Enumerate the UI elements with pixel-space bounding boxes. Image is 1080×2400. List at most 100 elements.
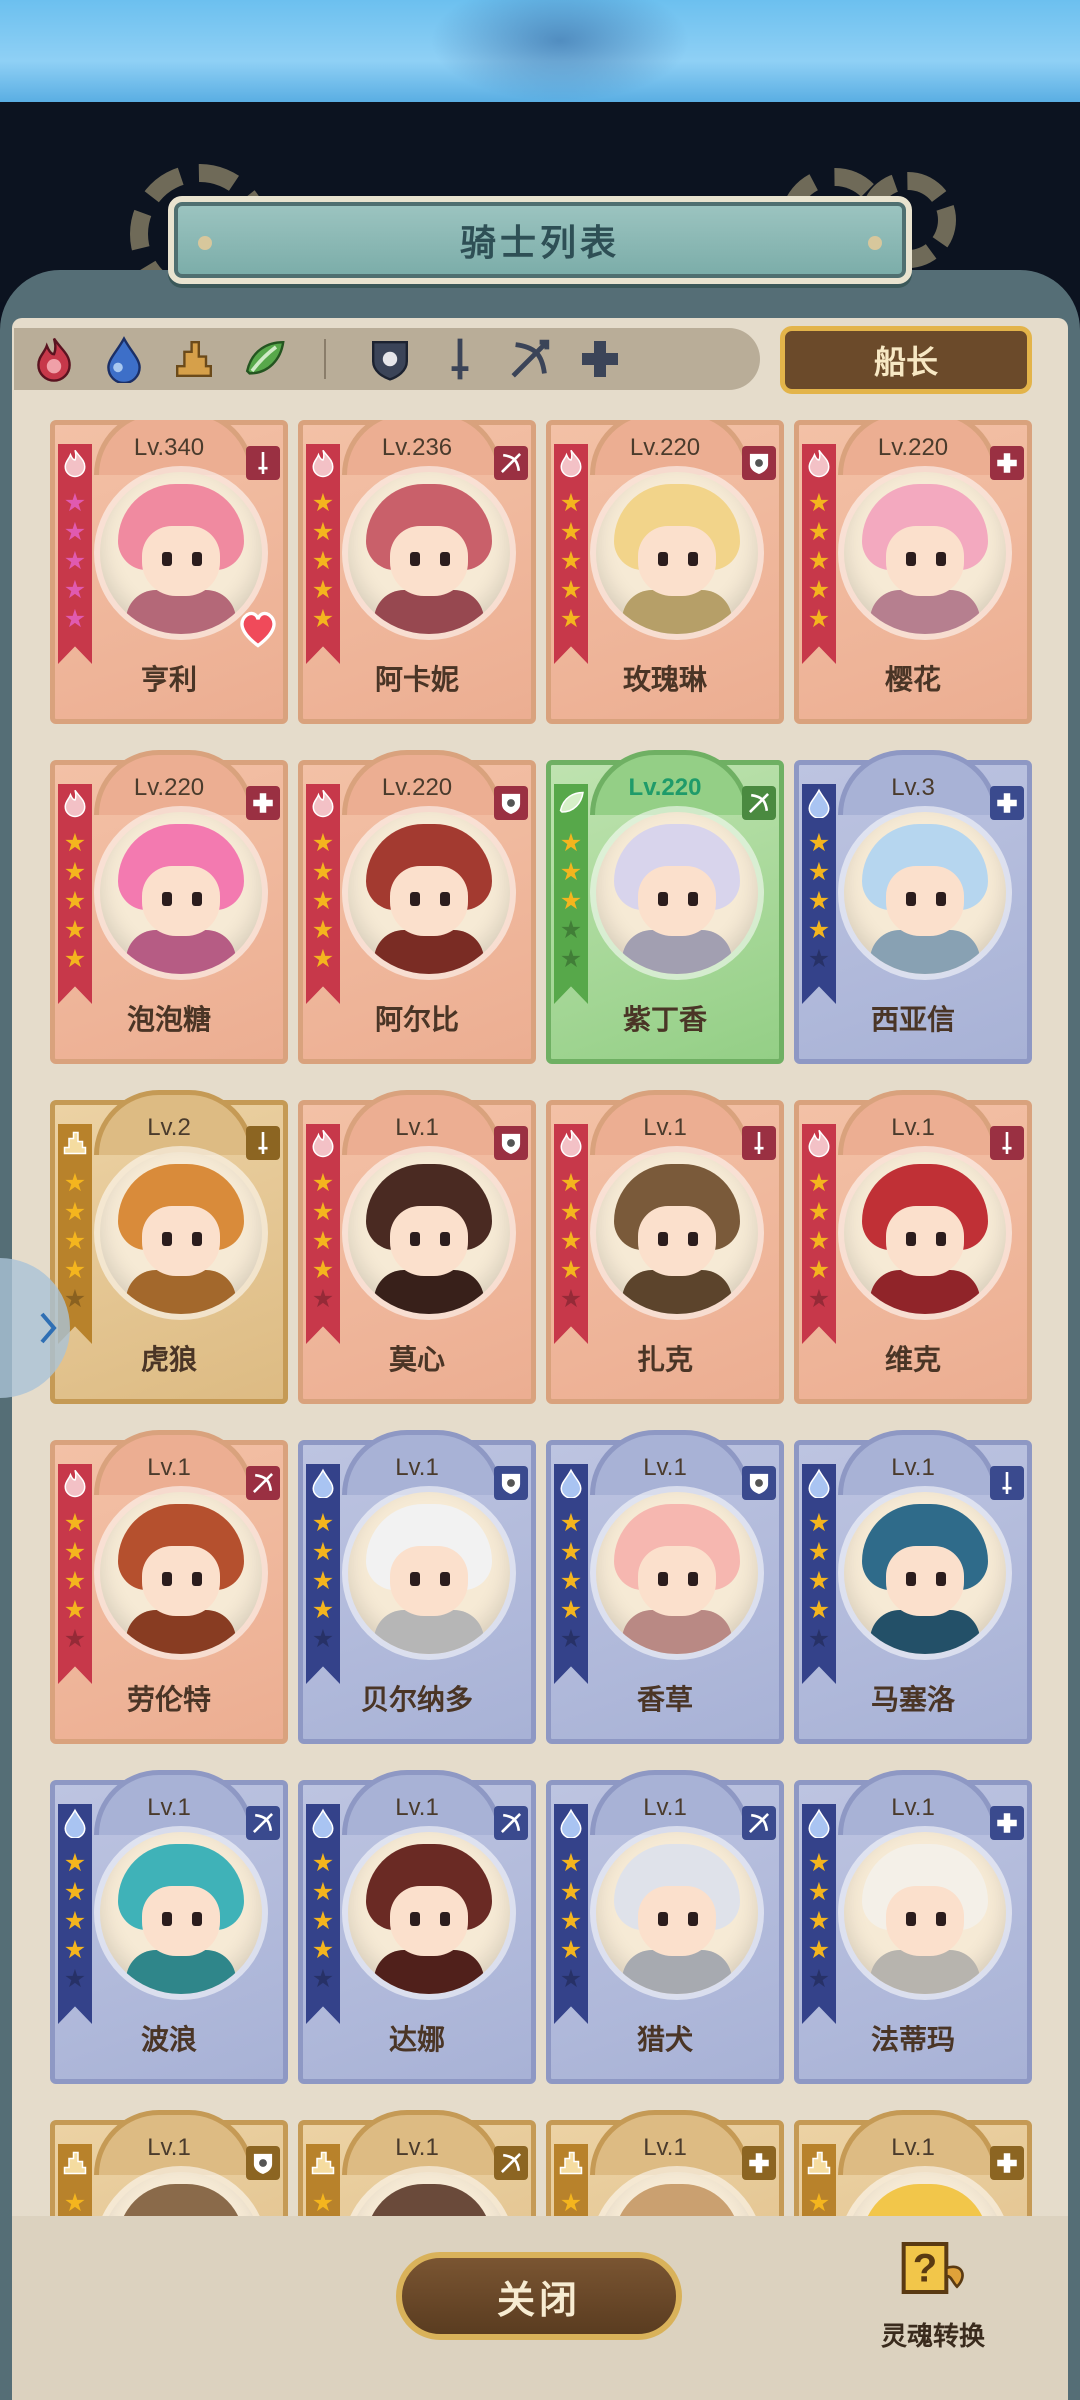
- star-icon: ★: [559, 2188, 583, 2216]
- page-title: 骑士列表: [459, 222, 620, 263]
- filter-water-button[interactable]: [94, 329, 154, 389]
- knight-card[interactable]: Lv.1 ★ ★ ★ ★ ★ 马塞洛: [794, 1430, 1032, 1744]
- plus-class-icon: [253, 793, 273, 813]
- knight-card[interactable]: Lv.1★★★★★: [794, 2110, 1032, 2216]
- sword-class-icon: [258, 451, 268, 475]
- star-rating: ★★★★★: [309, 828, 337, 973]
- knight-card[interactable]: Lv.1 ★ ★ ★ ★ ★ 劳伦特: [50, 1430, 288, 1744]
- star-icon: ★: [63, 828, 87, 857]
- knight-name: 劳伦特: [126, 1684, 211, 1715]
- star-icon: ★: [807, 1255, 831, 1284]
- knight-portrait: [100, 1492, 262, 1654]
- heart-icon: [240, 611, 276, 648]
- knight-card[interactable]: Lv.1 ★ ★ ★ ★ ★ 香草: [546, 1430, 784, 1744]
- sword-class-badge: [990, 1466, 1024, 1500]
- knight-card[interactable]: Lv.1 ★ ★ ★ ★ ★ 贝尔纳多: [298, 1430, 536, 1744]
- knight-card[interactable]: Lv.236 ★ ★ ★ ★ ★ 阿卡妮: [298, 420, 536, 724]
- star-icon: ★: [807, 1226, 831, 1255]
- knight-name: 亨利: [140, 664, 197, 695]
- knight-card[interactable]: Lv.1 ★ ★ ★ ★ ★ 法蒂玛: [794, 1770, 1032, 2084]
- star-icon: ★: [63, 1906, 87, 1935]
- star-icon: ★: [311, 915, 335, 944]
- fire-icon: [312, 1129, 334, 1158]
- star-rating: ★★★★★: [309, 1168, 337, 1313]
- knight-card[interactable]: Lv.1★★★★★: [50, 2110, 288, 2216]
- star-icon: ★: [311, 1877, 335, 1906]
- star-icon: ★: [559, 857, 583, 886]
- star-icon: ★: [807, 915, 831, 944]
- star-icon: ★: [63, 1168, 87, 1197]
- filter-earth-button[interactable]: [164, 329, 224, 389]
- filter-fire-button[interactable]: [24, 329, 84, 389]
- captain-button[interactable]: 船长: [780, 326, 1032, 394]
- knight-name: 阿卡妮: [374, 664, 459, 695]
- star-rating: ★★★★★: [557, 828, 585, 973]
- star-rating: ★★★★★: [61, 828, 89, 973]
- knight-card[interactable]: Lv.220 ★ ★ ★ ★ ★ 樱花: [794, 420, 1032, 724]
- knight-card[interactable]: Lv.220 ★ ★ ★ ★ ★ 玫瑰琳: [546, 420, 784, 724]
- star-icon: ★: [807, 1566, 831, 1595]
- wind-icon: [559, 791, 584, 813]
- knight-card[interactable]: Lv.220 ★ ★ ★ ★ ★ 紫丁香: [546, 750, 784, 1064]
- knight-name: 樱花: [884, 664, 941, 695]
- bow-class-icon: [748, 1812, 770, 1834]
- star-rating: ★★★★★: [557, 1848, 585, 1993]
- knight-name: 波浪: [140, 2024, 197, 2055]
- sword-class-icon: [754, 1131, 764, 1155]
- star-icon: ★: [311, 828, 335, 857]
- fire-icon: [64, 449, 86, 478]
- star-icon: ★: [311, 1168, 335, 1197]
- star-icon: ★: [807, 1964, 831, 1993]
- earth-icon: [559, 2151, 583, 2175]
- star-rating: ★★★★★: [309, 1848, 337, 1993]
- knight-card[interactable]: Lv.1★★★★★: [546, 2110, 784, 2216]
- knight-card[interactable]: Lv.1 ★ ★ ★ ★ ★ 波浪: [50, 1770, 288, 2084]
- close-button[interactable]: 关闭: [396, 2252, 682, 2340]
- knight-card[interactable]: Lv.1 ★ ★ ★ ★ ★ 维克: [794, 1090, 1032, 1404]
- filter-bow-button[interactable]: [500, 329, 560, 389]
- star-rating: ★★★★★: [61, 1848, 89, 1993]
- knight-card[interactable]: Lv.1 ★ ★ ★ ★ ★ 猎犬: [546, 1770, 784, 2084]
- knight-card[interactable]: Lv.220 ★ ★ ★ ★ ★ 阿尔比: [298, 750, 536, 1064]
- star-icon: ★: [807, 944, 831, 973]
- star-icon: ★: [807, 857, 831, 886]
- star-icon: ★: [311, 1964, 335, 1993]
- filter-plus-button[interactable]: [570, 329, 630, 389]
- knight-card[interactable]: Lv.1 ★ ★ ★ ★ ★ 莫心: [298, 1090, 536, 1404]
- knight-portrait: [844, 812, 1006, 974]
- knight-card[interactable]: Lv.1★★★★★: [298, 2110, 536, 2216]
- sky-background: [0, 0, 1080, 102]
- filter-wind-button[interactable]: [234, 329, 294, 389]
- star-rating: ★★★★★: [805, 1848, 833, 1993]
- knight-card[interactable]: Lv.3 ★ ★ ★ ★ ★ 西亚信: [794, 750, 1032, 1064]
- bow-class-icon: [748, 792, 770, 814]
- star-icon: ★: [311, 1537, 335, 1566]
- star-icon: ★: [559, 1848, 583, 1877]
- star-icon: ★: [63, 1935, 87, 1964]
- star-rating: ★★★★★: [309, 1508, 337, 1653]
- star-icon: ★: [63, 488, 87, 517]
- star-icon: ★: [559, 488, 583, 517]
- star-icon: ★: [63, 1255, 87, 1284]
- knight-card[interactable]: Lv.2 ★ ★ ★ ★ ★ 虎狼: [50, 1090, 288, 1404]
- water-icon: [64, 1808, 86, 1838]
- star-icon: ★: [559, 944, 583, 973]
- knight-card[interactable]: Lv.340 ★ ★ ★ ★ ★ 亨利: [50, 420, 288, 724]
- plus-class-icon: [997, 1813, 1017, 1833]
- plus-class-icon: [749, 2153, 769, 2173]
- star-icon: ★: [807, 1877, 831, 1906]
- knight-portrait: [100, 812, 262, 974]
- filter-sword-button[interactable]: [430, 329, 490, 389]
- star-rating: ★★★★★: [61, 1168, 89, 1313]
- shield-class-icon: [749, 1473, 769, 1495]
- filter-shield-button[interactable]: [360, 329, 420, 389]
- star-icon: ★: [807, 1168, 831, 1197]
- wind-icon: [245, 340, 285, 375]
- soul-convert-button[interactable]: ? 灵魂转换: [868, 2228, 998, 2358]
- knight-card[interactable]: Lv.220 ★ ★ ★ ★ ★ 泡泡糖: [50, 750, 288, 1064]
- knight-card[interactable]: Lv.1 ★ ★ ★ ★ ★ 扎克: [546, 1090, 784, 1404]
- knight-card[interactable]: Lv.1 ★ ★ ★ ★ ★ 达娜: [298, 1770, 536, 2084]
- star-icon: ★: [311, 1197, 335, 1226]
- star-icon: ★: [807, 517, 831, 546]
- star-icon: ★: [63, 915, 87, 944]
